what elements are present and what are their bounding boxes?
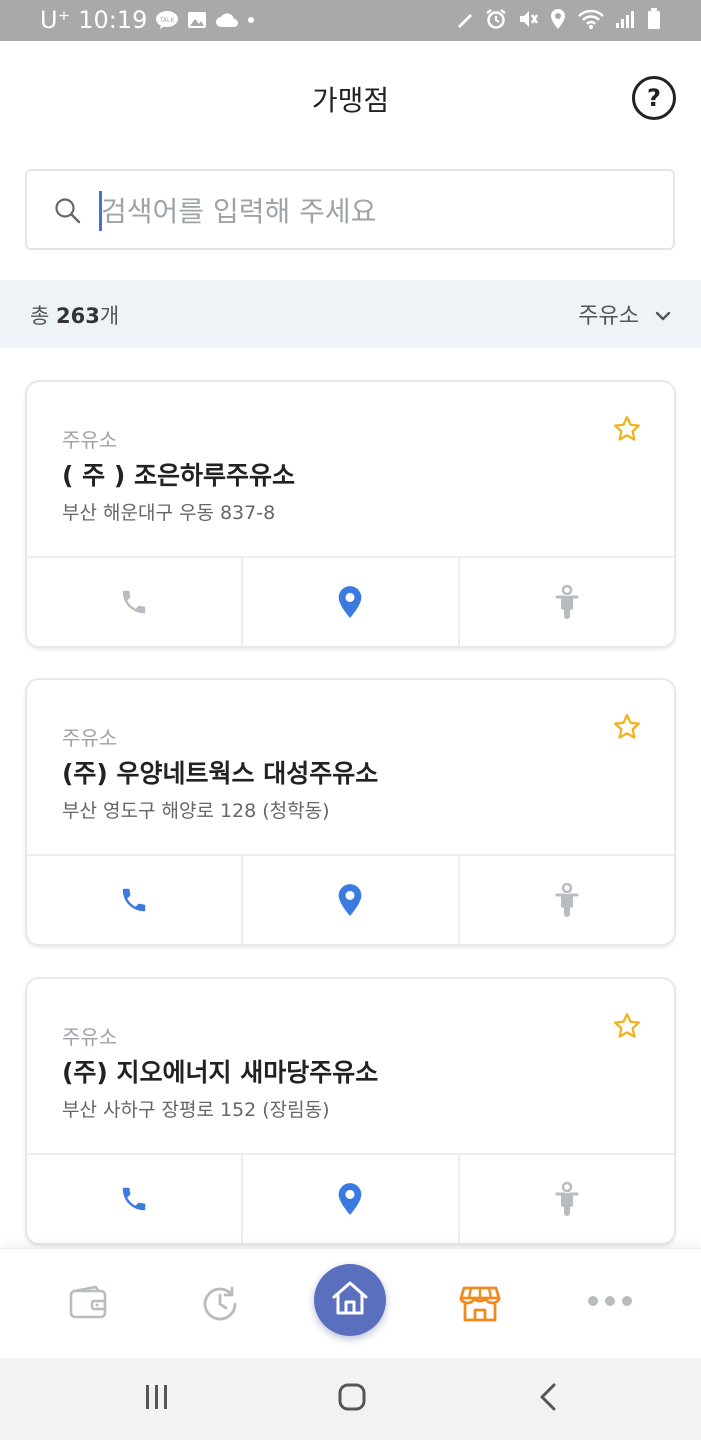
status-bar: U⁺ 10:19 TALK <box>0 0 701 41</box>
call-button[interactable] <box>27 856 244 944</box>
scooter-icon <box>554 882 580 922</box>
station-category: 주유소 <box>62 428 118 452</box>
more-icon <box>586 1293 634 1312</box>
help-icon: ? <box>647 84 661 112</box>
home-icon <box>330 1278 370 1322</box>
carrier-label: U⁺ <box>40 6 71 34</box>
category-dropdown[interactable]: 주유소 <box>578 298 671 330</box>
signal-icon <box>615 9 637 29</box>
total-count: 총 263개 <box>30 300 119 330</box>
filter-bar: 총 263개 주유소 <box>0 280 701 348</box>
nav-more[interactable] <box>586 1293 634 1312</box>
search-box[interactable] <box>25 169 675 250</box>
cloud-notification-icon <box>215 12 239 28</box>
talk-notification-icon: TALK <box>155 10 179 30</box>
help-button[interactable]: ? <box>632 76 676 120</box>
alarm-icon <box>485 8 507 30</box>
app-header: 가맹점 <box>0 41 701 153</box>
station-card[interactable]: 주유소 (주) 지오에너지 새마당주유소 부산 사하구 장평로 152 (장림동… <box>25 977 676 1245</box>
call-button[interactable] <box>27 558 244 646</box>
station-category: 주유소 <box>62 1025 118 1049</box>
system-nav-bar <box>0 1358 701 1440</box>
map-button[interactable] <box>243 558 460 646</box>
back-icon <box>536 1382 560 1416</box>
recents-button[interactable] <box>143 1382 171 1416</box>
location-pin-icon <box>336 883 364 921</box>
recents-icon <box>143 1382 171 1416</box>
favorite-star-icon[interactable] <box>612 1011 642 1045</box>
station-name: (주) 우양네트웍스 대성주유소 <box>62 759 379 788</box>
favorite-star-icon[interactable] <box>612 414 642 448</box>
station-name: ( 주 ) 조은하루주유소 <box>62 461 295 490</box>
chevron-down-icon <box>655 302 671 327</box>
station-name: (주) 지오에너지 새마당주유소 <box>62 1058 379 1087</box>
search-input[interactable] <box>101 189 641 233</box>
phone-icon <box>119 587 149 621</box>
phone-icon <box>119 885 149 919</box>
wifi-icon <box>577 8 605 30</box>
station-card[interactable]: 주유소 ( 주 ) 조은하루주유소 부산 해운대구 우동 837-8 <box>25 380 676 648</box>
search-icon <box>54 197 82 229</box>
pen-icon <box>455 9 475 29</box>
location-pin-icon <box>336 1182 364 1220</box>
nav-wallet[interactable] <box>68 1283 108 1327</box>
total-prefix: 총 <box>30 304 50 328</box>
svg-text:TALK: TALK <box>159 17 176 24</box>
back-button[interactable] <box>536 1382 560 1416</box>
station-category: 주유소 <box>62 726 118 750</box>
map-button[interactable] <box>243 1155 460 1243</box>
mute-icon <box>517 8 539 30</box>
nav-history[interactable] <box>199 1283 241 1329</box>
card-actions <box>27 556 674 646</box>
map-button[interactable] <box>243 856 460 944</box>
delivery-button[interactable] <box>460 856 674 944</box>
favorite-star-icon[interactable] <box>612 712 642 746</box>
station-address: 부산 영도구 해양로 128 (청학동) <box>62 800 330 822</box>
wallet-icon <box>68 1283 108 1327</box>
location-pin-icon <box>336 585 364 623</box>
phone-icon <box>119 1184 149 1218</box>
card-actions <box>27 854 674 944</box>
page-title: 가맹점 <box>311 84 390 117</box>
home-system-icon <box>337 1382 367 1416</box>
clock: 10:19 <box>78 6 148 34</box>
nav-home-button[interactable] <box>314 1264 386 1336</box>
location-status-icon <box>549 8 567 30</box>
scooter-icon <box>554 1181 580 1221</box>
gallery-notification-icon <box>187 11 207 29</box>
delivery-button[interactable] <box>460 558 674 646</box>
nav-store[interactable] <box>459 1283 501 1329</box>
category-selected: 주유소 <box>578 304 639 329</box>
bottom-nav <box>0 1248 701 1358</box>
history-icon <box>199 1283 241 1329</box>
battery-icon <box>647 8 661 30</box>
total-number: 263 <box>56 304 100 328</box>
station-card[interactable]: 주유소 (주) 우양네트웍스 대성주유소 부산 영도구 해양로 128 (청학동… <box>25 678 676 946</box>
notification-dot-icon <box>247 16 255 24</box>
station-address: 부산 해운대구 우동 837-8 <box>62 502 276 524</box>
total-suffix: 개 <box>99 304 120 328</box>
delivery-button[interactable] <box>460 1155 674 1243</box>
station-address: 부산 사하구 장평로 152 (장림동) <box>62 1099 330 1121</box>
store-icon <box>459 1283 501 1329</box>
call-button[interactable] <box>27 1155 244 1243</box>
scooter-icon <box>554 584 580 624</box>
home-system-button[interactable] <box>337 1382 367 1416</box>
card-actions <box>27 1153 674 1243</box>
